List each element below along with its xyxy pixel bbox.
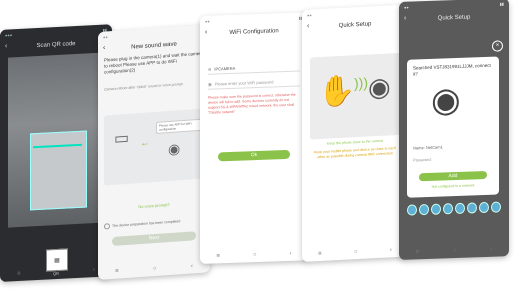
back-arrow-icon[interactable]: ‹ xyxy=(404,15,406,22)
not-configured-link[interactable]: Not configured to a network xyxy=(413,183,493,190)
key-dot[interactable] xyxy=(431,203,441,215)
menu-nav-icon[interactable]: ≡ xyxy=(416,249,420,255)
password-placeholder: Please enter your WiFi password xyxy=(214,78,274,86)
nav-bar: ≡ ○ ‹ xyxy=(98,258,210,280)
arrow-icon: ← xyxy=(140,137,150,150)
back-arrow-icon[interactable]: ‹ xyxy=(103,44,105,51)
key-dot[interactable] xyxy=(479,201,489,214)
screen-title: New sound wave xyxy=(131,40,177,51)
back-arrow-icon[interactable]: ‹ xyxy=(307,23,309,30)
phone-quick-setup-dialog: ●● ▮▮ ‹ Quick Setup × Searched VSTJ831991… xyxy=(399,0,509,260)
lock-icon: ▣ xyxy=(208,81,212,87)
camera-icon: ◉ xyxy=(368,71,391,103)
beep-text: Keep the phone close to the camera xyxy=(326,138,384,146)
home-nav-icon[interactable]: ○ xyxy=(253,252,257,258)
wifi-ssid-field[interactable]: ≋ IPCAMERA xyxy=(208,60,300,75)
home-nav-icon[interactable]: ○ xyxy=(55,269,59,275)
key-dot[interactable] xyxy=(467,202,477,214)
back-arrow-icon[interactable]: ‹ xyxy=(205,29,207,36)
setup-illustration: ✋ ))) ◉ xyxy=(310,52,400,140)
nav-bar: ≡ ○ ‹ xyxy=(399,242,509,260)
device-ready-checkbox[interactable]: The device preparation has been complete… xyxy=(104,217,204,230)
menu-nav-icon[interactable]: ≡ xyxy=(318,251,322,257)
back-nav-icon[interactable]: ‹ xyxy=(290,251,292,257)
device-name-label[interactable]: Name: NetCam1 xyxy=(413,144,443,150)
phone-quick-setup: ●●▮▮ ‹ Quick Setup ✋ ))) ◉ Keep the phon… xyxy=(302,4,408,263)
wifi-icon: ≋ xyxy=(208,66,212,72)
home-nav-icon[interactable]: ○ xyxy=(153,266,157,272)
back-nav-icon[interactable]: ‹ xyxy=(191,263,193,269)
add-button[interactable]: Add xyxy=(419,170,487,182)
scan-frame xyxy=(30,130,87,211)
device-found-dialog: Searched VSTJ831991LJJJM, connect it? ◉ … xyxy=(407,56,499,198)
camera-icon: ◉ xyxy=(168,140,181,158)
key-dot[interactable] xyxy=(491,201,501,213)
sound-wave-icon: ))) xyxy=(354,74,368,92)
title-bar: ‹ Quick Setup xyxy=(399,9,509,26)
key-dot[interactable] xyxy=(419,203,429,216)
speech-bubble: Please use APP for WiFi configuration xyxy=(156,118,204,134)
setup-illustration: ▭ ← Please use APP for WiFi configuratio… xyxy=(104,108,204,186)
key-dot[interactable] xyxy=(443,203,453,215)
close-icon[interactable]: × xyxy=(492,40,503,52)
hint-text: Camera reboot after "dididi" sound or vo… xyxy=(104,82,183,92)
menu-nav-icon[interactable]: ≡ xyxy=(216,253,220,259)
screen-title: WiFi Configuration xyxy=(229,27,279,36)
phone-sound-wave: ●●▮▮ ‹ New sound wave Please plug in the… xyxy=(98,24,210,280)
phone-wifi-config: ●● ▮▮ ‹ WiFi Configuration ≋ IPCAMERA ▣ P… xyxy=(200,12,308,264)
phone-illustration-icon: ▭ xyxy=(114,129,130,148)
nav-bar: ≡ ○ ‹ xyxy=(200,246,308,264)
keyboard-dots xyxy=(407,201,501,216)
screen-title: Quick Setup xyxy=(338,20,372,29)
hand-phone-icon: ✋ xyxy=(318,74,356,110)
nav-bar: ≡ ○ ‹ xyxy=(0,262,112,282)
next-button[interactable]: Next xyxy=(112,231,196,247)
no-voice-prompt-link[interactable]: No voice prompt? xyxy=(104,200,204,212)
password-warning: Please make sure the password is correct… xyxy=(208,92,296,115)
back-arrow-icon[interactable]: ‹ xyxy=(5,43,7,50)
screen-title: Scan QR code xyxy=(36,40,76,49)
ok-button[interactable]: Ok xyxy=(218,149,290,162)
wifi-password-field[interactable]: ▣ Please enter your WiFi password xyxy=(208,75,300,90)
wifi-ssid-value: IPCAMERA xyxy=(214,65,236,71)
menu-nav-icon[interactable]: ≡ xyxy=(115,269,119,275)
back-nav-icon[interactable]: ‹ xyxy=(93,267,95,273)
phone-scan-qr: ●●● ▮▮ ‹ Scan QR code ▦ QR ≡ ○ ‹ xyxy=(0,24,112,282)
device-found-text: Searched VSTJ831991LJJJM, connect it? xyxy=(413,62,491,77)
keep-close-text: Keep your mobile phone and device as clo… xyxy=(313,146,397,160)
title-bar: ‹ WiFi Configuration xyxy=(200,23,308,40)
back-nav-icon[interactable]: ‹ xyxy=(390,247,392,253)
home-nav-icon[interactable]: ○ xyxy=(453,248,457,254)
back-nav-icon[interactable]: ‹ xyxy=(490,247,492,253)
device-password-label[interactable]: Password: xyxy=(413,157,432,163)
checkbox-icon[interactable] xyxy=(104,223,110,230)
key-dot[interactable] xyxy=(455,202,465,215)
menu-nav-icon[interactable]: ≡ xyxy=(17,271,21,277)
checkbox-label: The device preparation has been complete… xyxy=(112,219,181,229)
key-dot[interactable] xyxy=(407,204,417,216)
home-nav-icon[interactable]: ○ xyxy=(354,249,358,255)
screen-title: Quick Setup xyxy=(437,14,471,22)
camera-icon: ◉ xyxy=(431,80,461,120)
nav-bar: ≡ ○ ‹ xyxy=(302,242,408,262)
